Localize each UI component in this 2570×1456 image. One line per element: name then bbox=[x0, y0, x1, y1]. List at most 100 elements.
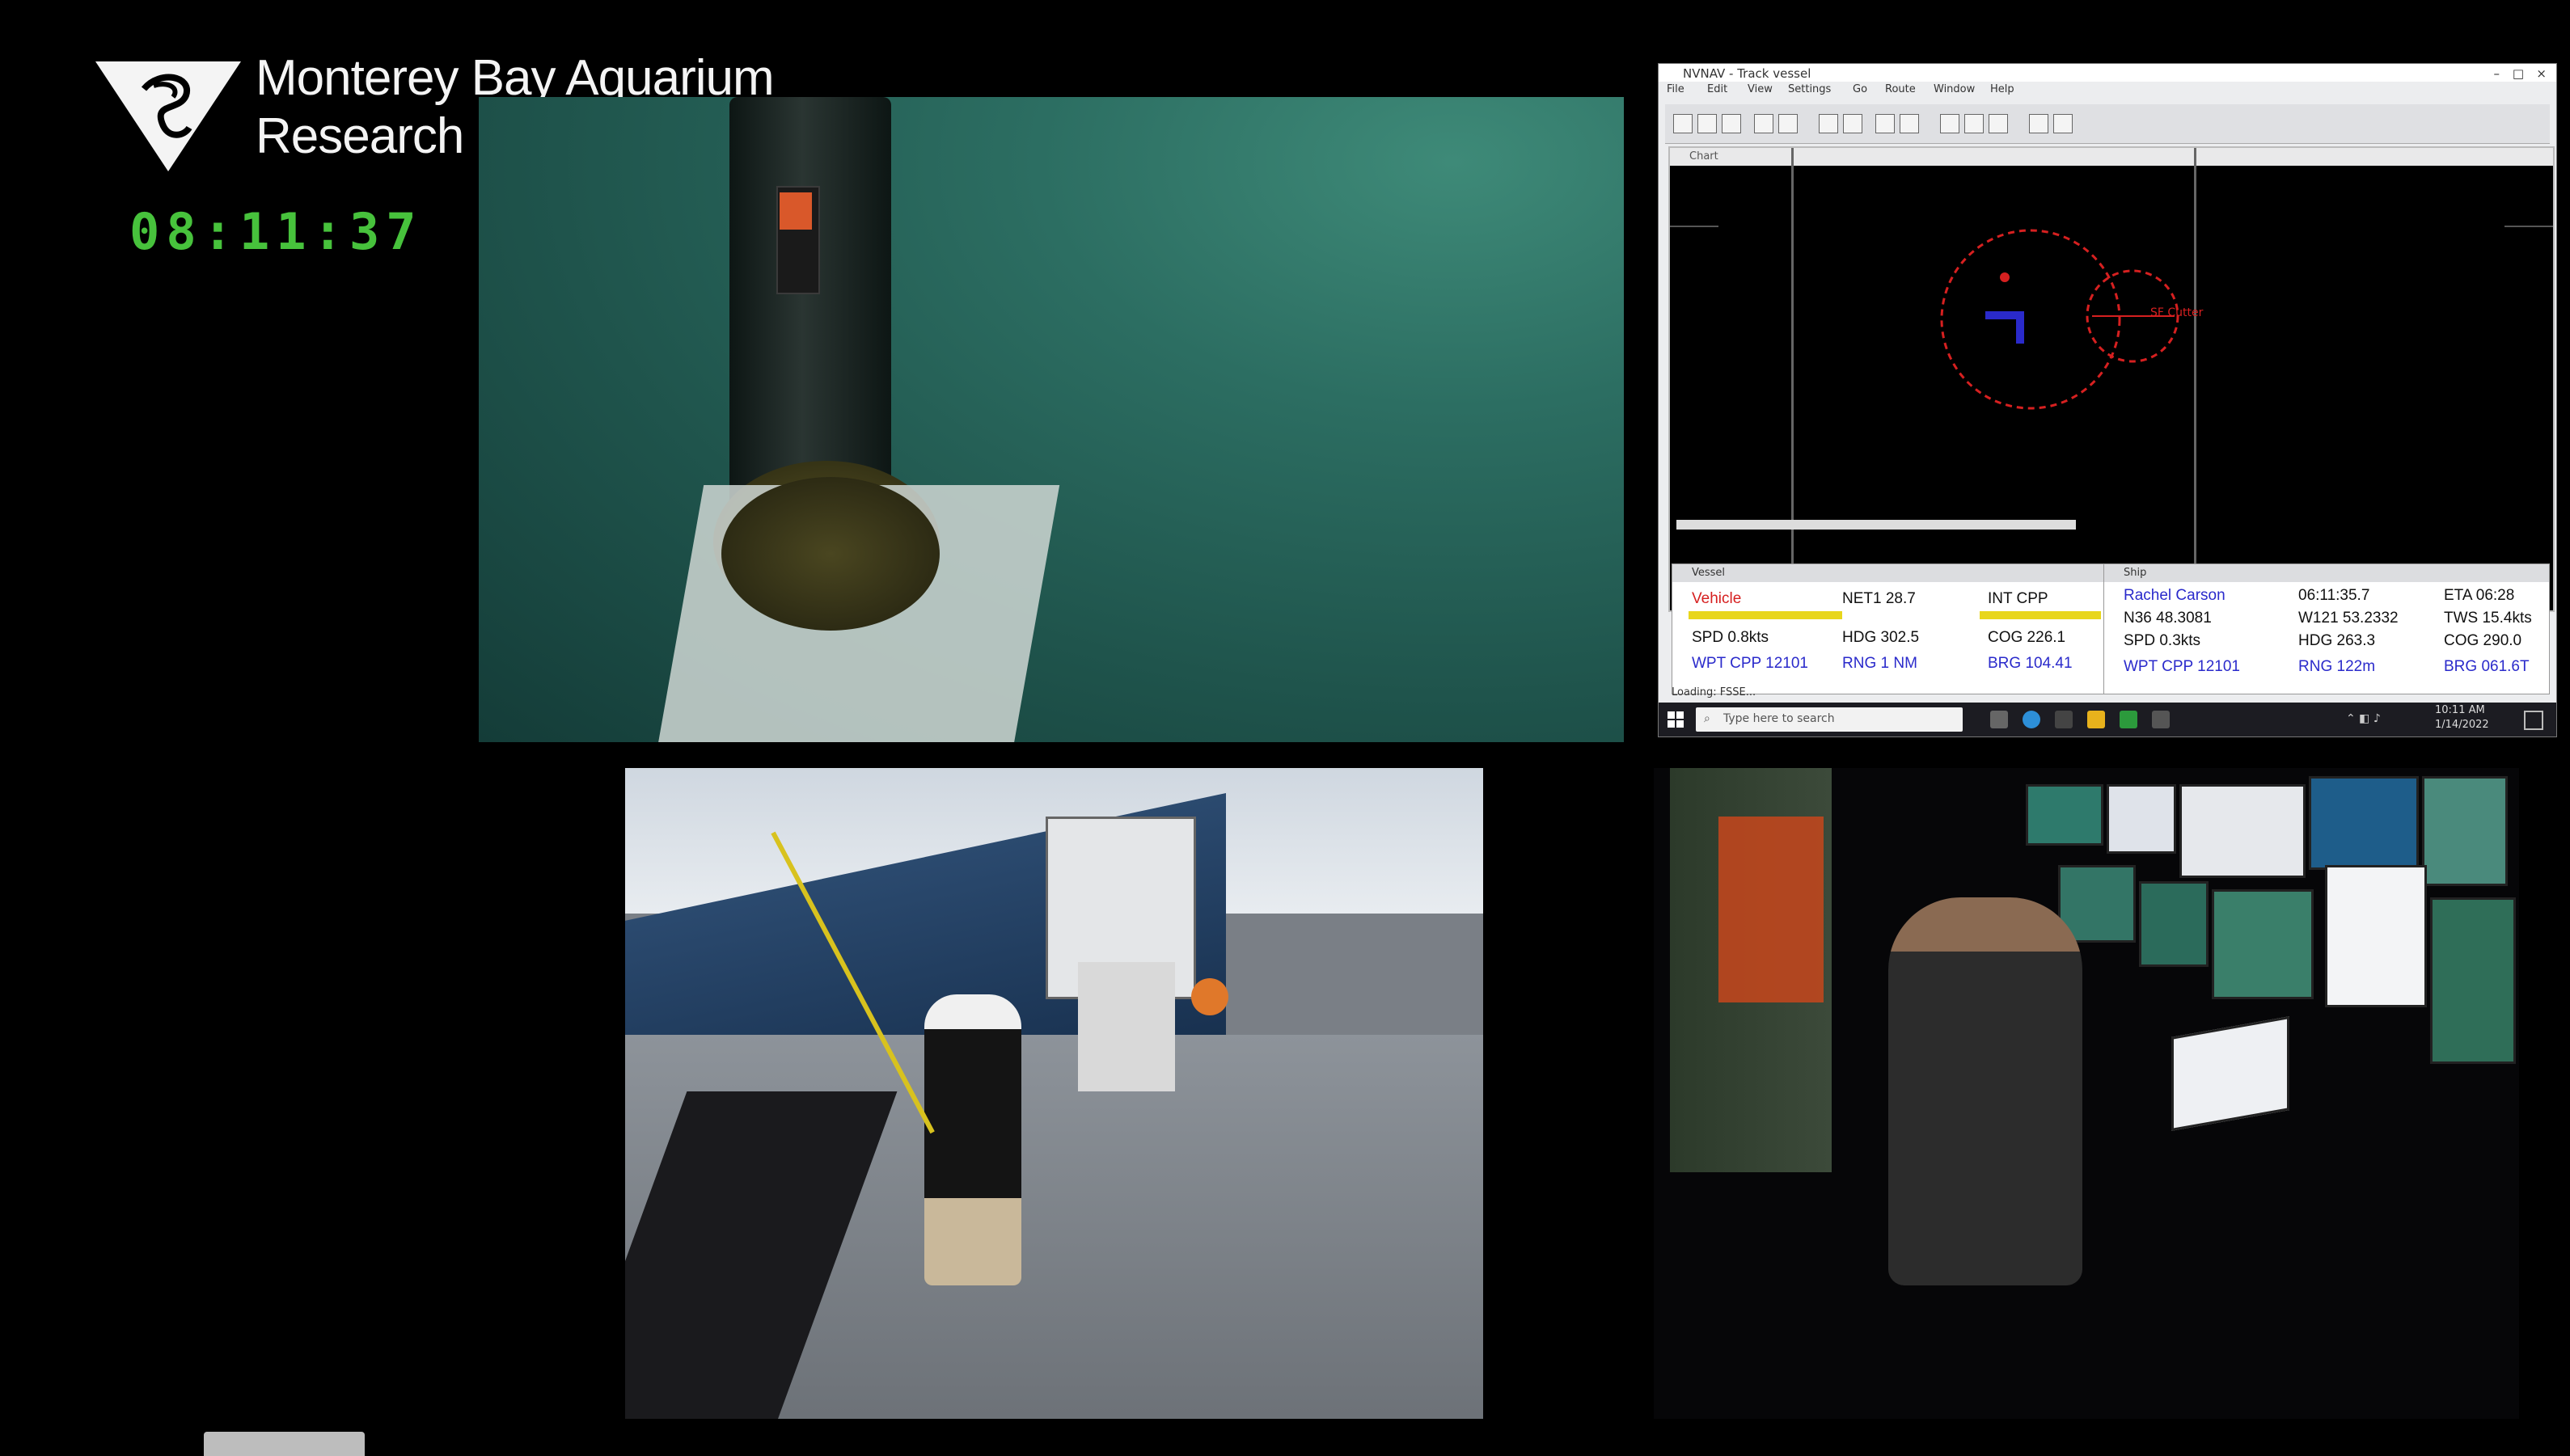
terminal-icon[interactable] bbox=[2055, 711, 2073, 728]
monitor-screen-5 bbox=[2212, 889, 2314, 999]
ship-eta: ETA 06:28 bbox=[2444, 587, 2515, 604]
ship-heading: HDG 263.3 bbox=[2298, 632, 2376, 649]
menu-bar: File Edit View Settings Go Route Window … bbox=[1659, 83, 2556, 99]
deck-crew-member bbox=[924, 994, 1021, 1285]
tool-track-icon[interactable] bbox=[1819, 114, 1838, 133]
monitor-screen-video bbox=[2309, 776, 2419, 870]
vessel-depth: NET1 28.7 bbox=[1842, 590, 1916, 607]
waypoint-dot-icon bbox=[2000, 272, 2010, 282]
tool-vessel-icon[interactable] bbox=[1900, 114, 1919, 133]
windows-taskbar: ⌕ Type here to search ⌃ ◧ ♪ 10:11 AM 1/1… bbox=[1659, 703, 2556, 736]
tool-center-icon[interactable] bbox=[1940, 114, 1959, 133]
status-bar-yellow bbox=[1689, 611, 1842, 619]
tool-print-icon[interactable] bbox=[2053, 114, 2073, 133]
chart-scale-bar bbox=[1676, 520, 2076, 530]
vessel-name: Vehicle bbox=[1692, 590, 1742, 607]
ship-latitude: N36 48.3081 bbox=[2124, 610, 2212, 627]
menu-window[interactable]: Window bbox=[1934, 83, 1975, 95]
minimize-icon[interactable]: – bbox=[2494, 66, 2500, 81]
bottom-tab-button[interactable] bbox=[204, 1432, 365, 1456]
tool-settings-icon[interactable] bbox=[2029, 114, 2048, 133]
vessel-marker-icon bbox=[1985, 311, 2021, 319]
nav-app-icon[interactable] bbox=[2120, 711, 2137, 728]
ship-info-panel: Ship Rachel Carson 06:11:35.7 ETA 06:28 … bbox=[2103, 563, 2550, 694]
search-placeholder: Type here to search bbox=[1723, 712, 1835, 725]
mooring-base-collar-top bbox=[721, 477, 940, 631]
file-explorer-icon[interactable] bbox=[2087, 711, 2105, 728]
tool-measure-icon[interactable] bbox=[1754, 114, 1773, 133]
tool-zoom-out-icon[interactable] bbox=[1697, 114, 1717, 133]
ship-cog: COG 290.0 bbox=[2444, 632, 2522, 649]
vessel-waypoint: WPT CPP 12101 bbox=[1692, 655, 1808, 672]
deck-equipment-cart bbox=[1078, 962, 1175, 1091]
taskbar-date[interactable]: 1/14/2022 bbox=[2435, 719, 2489, 731]
app-icon[interactable] bbox=[2152, 711, 2170, 728]
ship-panel-header: Ship bbox=[2104, 564, 2549, 582]
monitor-screen-map bbox=[2325, 865, 2427, 1007]
taskbar-time[interactable]: 10:11 AM bbox=[2435, 704, 2485, 716]
operator-seated bbox=[1888, 897, 2082, 1285]
monitor-screen-6 bbox=[2430, 897, 2516, 1064]
pole-orange-marker bbox=[780, 192, 812, 230]
task-view-icon[interactable] bbox=[1990, 711, 2008, 728]
deck-orange-buoy bbox=[1191, 978, 1228, 1015]
menu-edit[interactable]: Edit bbox=[1707, 83, 1727, 95]
tool-waypoint-icon[interactable] bbox=[1875, 114, 1895, 133]
vessel-cog: COG 226.1 bbox=[1988, 629, 2066, 646]
tool-north-up-icon[interactable] bbox=[1964, 114, 1984, 133]
target-label: SF Cutter bbox=[2150, 306, 2204, 319]
mbari-logo-icon bbox=[95, 61, 241, 171]
status-line: Loading: FSSE... bbox=[1672, 686, 1756, 698]
ship-waypoint: WPT CPP 12101 bbox=[2124, 658, 2240, 675]
chart-title: Chart bbox=[1689, 150, 1718, 162]
ship-name: Rachel Carson bbox=[2124, 587, 2226, 604]
close-icon[interactable]: × bbox=[2536, 66, 2547, 81]
menu-view[interactable]: View bbox=[1748, 83, 1773, 95]
ship-speed: SPD 0.3kts bbox=[2124, 632, 2201, 649]
tablet-screen bbox=[2171, 1016, 2289, 1131]
menu-help[interactable]: Help bbox=[1990, 83, 2014, 95]
menu-route[interactable]: Route bbox=[1885, 83, 1916, 95]
monitor-screen bbox=[2026, 784, 2103, 846]
window-title-bar: NVNAV - Track vessel – □ × bbox=[1659, 64, 2556, 82]
chart-view[interactable]: Chart SF Cutter bbox=[1668, 146, 2555, 612]
ship-panel-title: Ship bbox=[2124, 567, 2147, 579]
range-ring-icon bbox=[1940, 229, 2121, 410]
status-bar-yellow-2 bbox=[1980, 611, 2101, 619]
vessel-heading: HDG 302.5 bbox=[1842, 629, 1920, 646]
maximize-icon[interactable]: □ bbox=[2513, 66, 2524, 81]
vessel-panel-title: Vessel bbox=[1692, 567, 1726, 579]
vessel-bearing: BRG 104.41 bbox=[1988, 655, 2073, 672]
ship-clock: 06:11:35.7 bbox=[2298, 587, 2370, 604]
tray-icons[interactable]: ⌃ ◧ ♪ bbox=[2346, 712, 2381, 725]
ship-longitude: W121 53.2332 bbox=[2298, 610, 2399, 627]
vessel-panel-header: Vessel bbox=[1672, 564, 2117, 582]
tool-layers-icon[interactable] bbox=[1843, 114, 1862, 133]
navigation-software-window[interactable]: NVNAV - Track vessel – □ × File Edit Vie… bbox=[1658, 63, 2557, 737]
vessel-range: RNG 1 NM bbox=[1842, 655, 1917, 672]
vessel-info-panel: Vessel Vehicle NET1 28.7 INT CPP SPD 0.8… bbox=[1672, 563, 2118, 694]
tool-route-icon[interactable] bbox=[1778, 114, 1798, 133]
vessel-speed: SPD 0.8kts bbox=[1692, 629, 1769, 646]
tool-head-up-icon[interactable] bbox=[1989, 114, 2008, 133]
vessel-target: INT CPP bbox=[1988, 590, 2048, 607]
toolbar bbox=[1665, 104, 2550, 144]
ship-wind-speed: TWS 15.4kts bbox=[2444, 610, 2532, 627]
menu-file[interactable]: File bbox=[1667, 83, 1684, 95]
edge-browser-icon[interactable] bbox=[2023, 711, 2040, 728]
notifications-icon[interactable] bbox=[2524, 711, 2543, 730]
menu-settings[interactable]: Settings bbox=[1788, 83, 1831, 95]
start-button-icon[interactable] bbox=[1667, 711, 1684, 728]
ship-deck-camera-feed bbox=[625, 768, 1483, 1419]
window-title: NVNAV - Track vessel bbox=[1683, 66, 1811, 81]
ship-range: RNG 122m bbox=[2298, 658, 2376, 675]
search-icon: ⌕ bbox=[1704, 712, 1710, 725]
monitor-screen-nav bbox=[2107, 784, 2176, 854]
taskbar-search-input[interactable]: ⌕ Type here to search bbox=[1696, 707, 1963, 732]
monitor-screen-video-2 bbox=[2422, 776, 2508, 886]
tool-zoom-in-icon[interactable] bbox=[1673, 114, 1693, 133]
chart-title-bar: Chart bbox=[1670, 148, 2553, 166]
monitor-screen-4 bbox=[2139, 881, 2209, 967]
menu-go[interactable]: Go bbox=[1853, 83, 1867, 95]
tool-pan-icon[interactable] bbox=[1722, 114, 1741, 133]
